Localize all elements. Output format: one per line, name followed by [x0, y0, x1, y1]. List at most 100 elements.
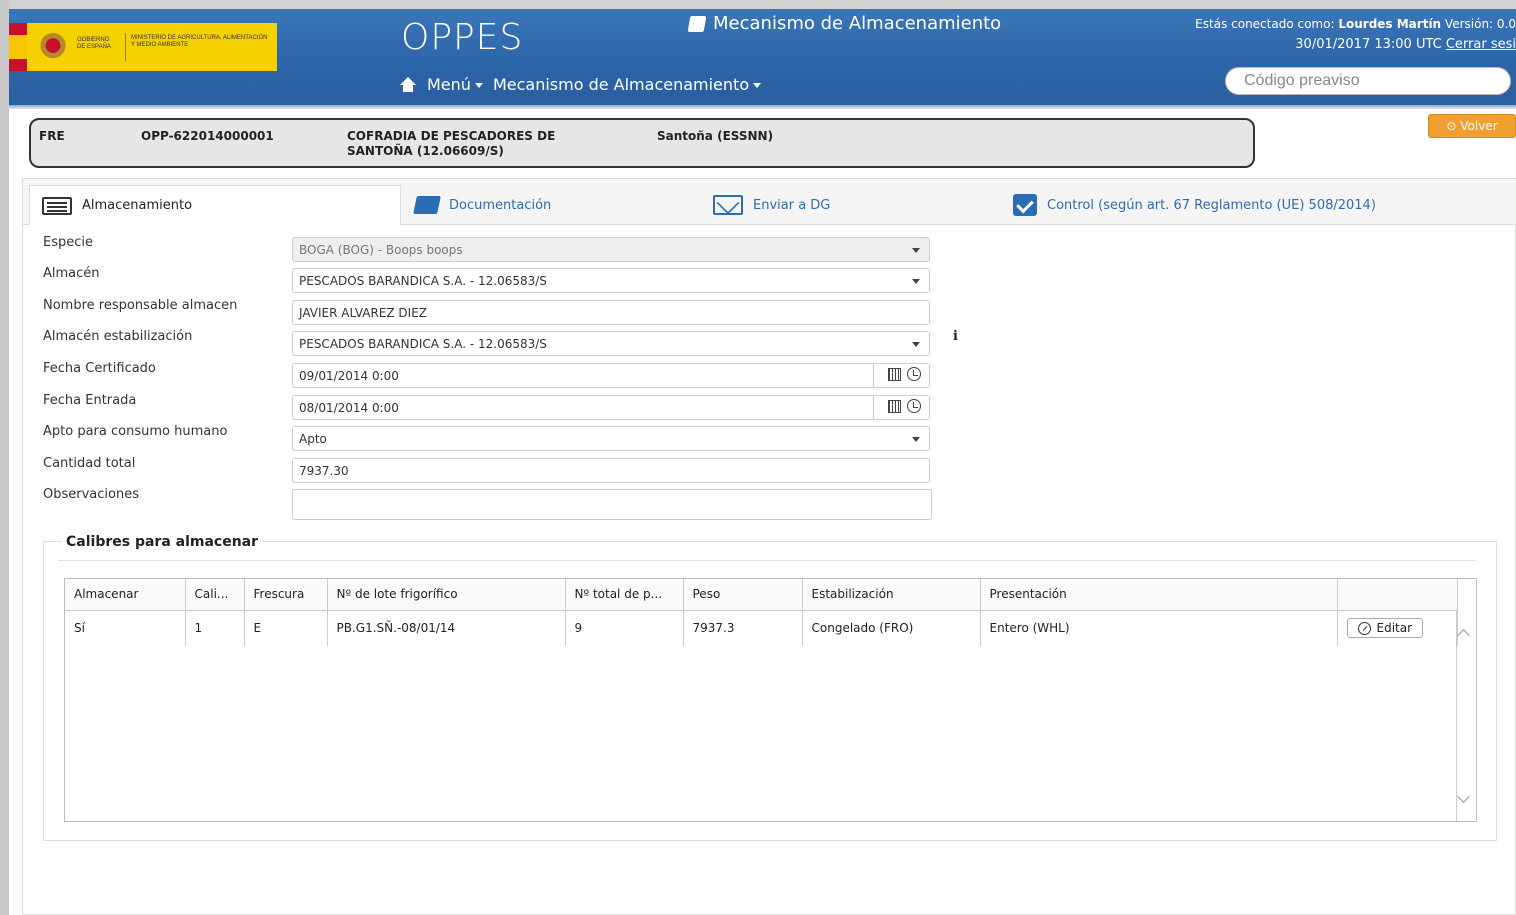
chevron-down-icon: [753, 83, 762, 88]
record-location: Santoña (ESSNN): [657, 129, 774, 143]
responsable-label: Nombre responsable almacen: [43, 298, 238, 313]
especie-value: BOGA (BOG) - Boops boops: [299, 243, 463, 257]
cell-actions: Editar: [1337, 610, 1458, 646]
module-title: Mecanismo de Almacenamiento: [687, 13, 1002, 34]
fecha-entrada-label: Fecha Entrada: [43, 393, 137, 408]
estabilizacion-select[interactable]: PESCADOS BARANDICA S.A. - 12.06583/S: [292, 331, 930, 356]
table-row[interactable]: Sí 1 E PB.G1.SÑ.-08/01/14 9 7937.3 Conge…: [65, 610, 1458, 646]
back-button[interactable]: ⊙ Volver: [1428, 114, 1516, 138]
fecha-entrada-value: 08/01/2014 0:00: [299, 401, 399, 415]
book-icon: [413, 196, 441, 214]
preaviso-search-input[interactable]: Código preaviso: [1225, 67, 1511, 95]
user-info: Estás conectado como: Lourdes Martín Ver…: [1195, 17, 1516, 31]
field-divider: [873, 396, 874, 419]
record-entity: COFRADIA DE PESCADORES DE SANTOÑA (12.06…: [347, 129, 556, 158]
app-header: GOBIERNO DE ESPAÑA MINISTERIO DE AGRICUL…: [9, 9, 1516, 105]
logo-separator: [125, 33, 126, 61]
calibres-grid: Almacenar Cali... Frescura Nº de lote fr…: [64, 578, 1477, 822]
row-fecha-certificado: Fecha Certificado 09/01/2014 0:00: [43, 361, 963, 388]
cell-total: 9: [565, 610, 684, 646]
info-icon[interactable]: i: [953, 329, 958, 344]
tab-enviar-dg[interactable]: Enviar a DG: [713, 185, 830, 225]
header-shadow: [9, 105, 1516, 109]
tab-bar: Almacenamiento Documentación Enviar a DG…: [23, 179, 1516, 225]
col-actions: [1337, 579, 1458, 611]
cantidad-input[interactable]: 7937.30: [292, 458, 930, 483]
cell-presentacion: Entero (WHL): [980, 610, 1338, 646]
chevron-down-icon: [912, 279, 920, 284]
col-peso[interactable]: Peso: [683, 579, 803, 611]
tab-label: Documentación: [449, 197, 552, 213]
user-prefix: Estás conectado como:: [1195, 17, 1335, 31]
record-code: OPP-622014000001: [141, 129, 274, 143]
fecha-certificado-input[interactable]: 09/01/2014 0:00: [292, 363, 930, 388]
logo-gobierno-text: GOBIERNO DE ESPAÑA: [77, 37, 111, 50]
calendar-icon[interactable]: [888, 367, 901, 381]
edit-button-label: Editar: [1376, 621, 1413, 636]
cell-peso: 7937.3: [683, 610, 803, 646]
cell-frescura: E: [244, 610, 328, 646]
especie-label: Especie: [43, 235, 93, 250]
tab-documentacion[interactable]: Documentación: [413, 185, 552, 225]
mecanismo-dropdown-label: Mecanismo de Almacenamiento: [492, 75, 750, 94]
tab-label: Enviar a DG: [753, 197, 831, 213]
logo-ministerio-text: MINISTERIO DE AGRICULTURA, ALIMENTACIÓN …: [131, 35, 268, 48]
edit-icon: [1357, 621, 1371, 635]
col-presentacion[interactable]: Presentación: [980, 579, 1338, 611]
menu-dropdown[interactable]: Menú: [427, 75, 483, 94]
calibres-section: Calibres para almacenar Almacenar Cali..…: [43, 534, 1497, 841]
tab-almacenamiento[interactable]: Almacenamiento: [29, 185, 401, 225]
section-divider: [58, 560, 1476, 561]
module-title-text: Mecanismo de Almacenamiento: [713, 13, 1002, 34]
col-calibre[interactable]: Cali...: [185, 579, 245, 611]
fecha-certificado-value: 09/01/2014 0:00: [299, 369, 399, 383]
row-cantidad: Cantidad total 7937.30: [43, 456, 963, 483]
book-icon: [687, 15, 707, 32]
col-estabilizacion[interactable]: Estabilización: [802, 579, 981, 611]
window-frame-top: [0, 0, 1516, 9]
almacen-select[interactable]: PESCADOS BARANDICA S.A. - 12.06583/S: [292, 268, 930, 293]
calibres-title: Calibres para almacenar: [62, 534, 263, 550]
row-almacen: Almacén PESCADOS BARANDICA S.A. - 12.065…: [43, 266, 963, 293]
main-panel: Almacenamiento Documentación Enviar a DG…: [22, 178, 1516, 915]
fecha-entrada-input[interactable]: 08/01/2014 0:00: [292, 395, 930, 420]
cell-estabilizacion: Congelado (FRO): [802, 610, 981, 646]
mecanismo-dropdown[interactable]: Mecanismo de Almacenamiento: [492, 75, 762, 94]
main-nav: Menú Mecanismo de Almacenamiento: [399, 75, 762, 94]
field-divider: [873, 364, 874, 387]
estabilizacion-value: PESCADOS BARANDICA S.A. - 12.06583/S: [299, 337, 547, 351]
cell-lote: PB.G1.SÑ.-08/01/14: [327, 610, 566, 646]
especie-select[interactable]: BOGA (BOG) - Boops boops: [292, 237, 930, 262]
col-almacenar[interactable]: Almacenar: [65, 579, 186, 611]
estabilizacion-label: Almacén estabilización: [43, 329, 193, 344]
row-observaciones: Observaciones: [43, 487, 963, 521]
coat-of-arms-icon: [39, 33, 67, 61]
session-info: 30/01/2017 13:00 UTC Cerrar sesi: [1295, 37, 1516, 52]
home-icon[interactable]: [399, 76, 417, 93]
menu-dropdown-label: Menú: [427, 75, 471, 94]
observaciones-textarea[interactable]: [292, 489, 932, 520]
col-total[interactable]: Nº total de p...: [565, 579, 684, 611]
almacen-label: Almacén: [43, 266, 100, 281]
apto-select[interactable]: Apto: [292, 426, 930, 451]
responsable-input[interactable]: JAVIER ALVAREZ DIEZ: [292, 300, 930, 325]
logout-link[interactable]: Cerrar sesi: [1446, 37, 1516, 52]
fecha-certificado-label: Fecha Certificado: [43, 361, 156, 376]
record-summary: FRE OPP-622014000001 COFRADIA DE PESCADO…: [29, 118, 1255, 168]
cell-calibre: 1: [185, 610, 245, 646]
clock-icon[interactable]: [907, 399, 921, 413]
envelope-icon: [713, 195, 743, 215]
tab-control[interactable]: Control (según art. 67 Reglamento (UE) 5…: [1013, 185, 1376, 225]
grid-scrollbar[interactable]: [1456, 610, 1476, 821]
edit-button[interactable]: Editar: [1346, 618, 1424, 639]
clock-icon[interactable]: [907, 367, 921, 381]
row-estabilizacion: Almacén estabilización PESCADOS BARANDIC…: [43, 329, 963, 356]
cantidad-label: Cantidad total: [43, 456, 136, 471]
col-frescura[interactable]: Frescura: [244, 579, 328, 611]
chevron-down-icon: [912, 248, 920, 253]
app-title: OPPES: [401, 17, 524, 58]
row-apto: Apto para consumo humano Apto: [43, 424, 963, 451]
calendar-icon[interactable]: [888, 399, 901, 413]
col-lote[interactable]: Nº de lote frigorífico: [327, 579, 566, 611]
row-responsable: Nombre responsable almacen JAVIER ALVARE…: [43, 298, 963, 325]
